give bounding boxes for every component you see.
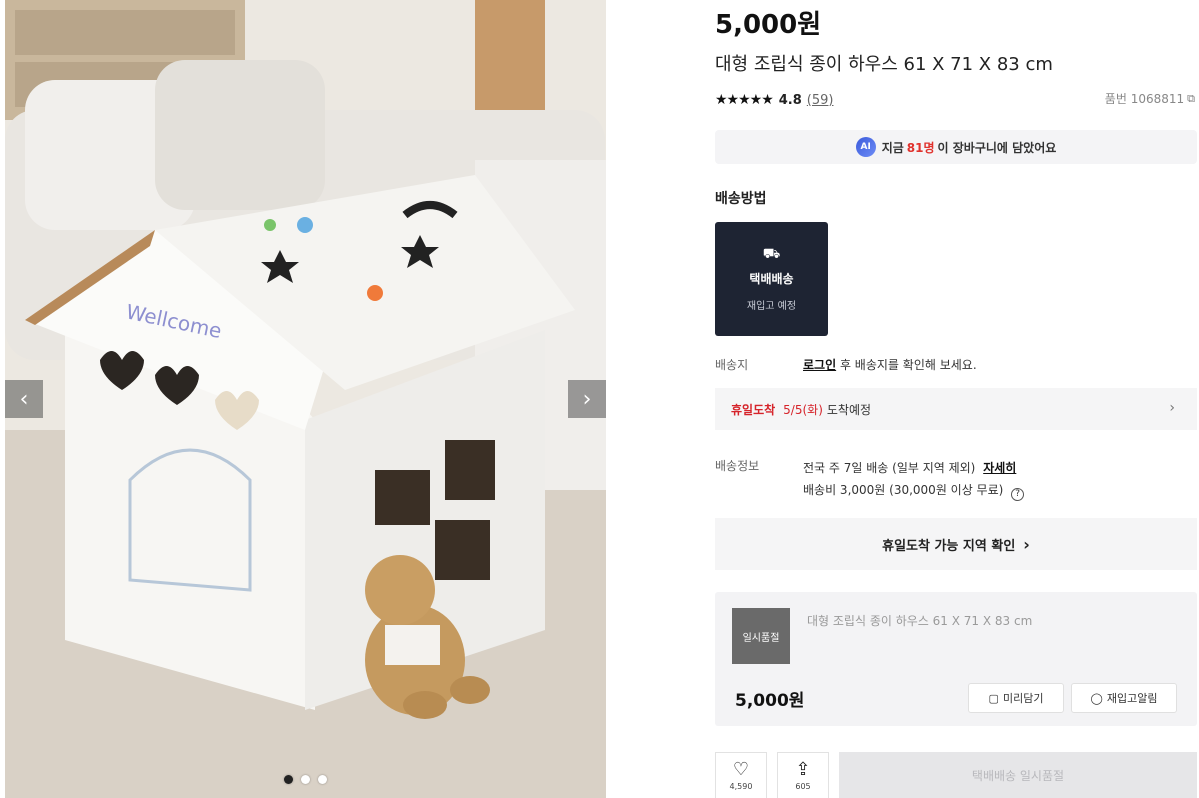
cart-banner-prefix: 지금: [881, 140, 904, 155]
gallery-pagination: [5, 775, 606, 784]
address-hint: 후 배송지를 확인해 보세요.: [839, 358, 977, 372]
pre-cart-label: 미리담기: [1002, 692, 1044, 705]
shipping-fee-text: 배송비 3,000원 (30,000원 이상 무료): [803, 483, 1004, 497]
address-label: 배송지: [715, 358, 749, 372]
sold-out-button: 택배배송 일시품절: [839, 752, 1197, 798]
holiday-delivery-date: 5/5(화): [783, 402, 823, 417]
share-button[interactable]: ⇪ 605: [777, 752, 829, 798]
gallery-next-button[interactable]: ›: [568, 380, 606, 418]
product-code-text: 품번 1068811: [1104, 92, 1185, 106]
product-page: Wellcome ‹ › 5,000원 대형 조립식 종이 하우스 61 X 7…: [0, 0, 1199, 798]
option-thumbnail: 일시품절: [732, 608, 790, 664]
shipping-detail-link[interactable]: 자세히: [983, 461, 1016, 475]
product-code[interactable]: 품번 1068811 ⧉: [1105, 90, 1195, 107]
holiday-delivery-suffix: 도착예정: [826, 402, 872, 417]
chevron-right-icon: ›: [582, 386, 592, 412]
like-button[interactable]: ♡ 4,590: [715, 752, 767, 798]
gallery-prev-button[interactable]: ‹: [5, 380, 43, 418]
shipping-info: 전국 주 7일 배송 (일부 지역 제외) 자세히 배송비 3,000원 (30…: [803, 457, 1025, 501]
bell-icon: ◯: [1090, 691, 1103, 705]
cart-banner-suffix: 이 장바구니에 담았어요: [937, 140, 1057, 155]
share-icon: ⇪: [795, 759, 811, 780]
shipping-info-line1: 전국 주 7일 배송 (일부 지역 제외): [803, 461, 976, 475]
product-price: 5,000원: [715, 10, 822, 40]
rating-value: 4.8: [778, 92, 802, 108]
shipping-info-label: 배송정보: [715, 459, 760, 473]
product-info-panel: 5,000원 대형 조립식 종이 하우스 61 X 71 X 83 cm ★★★…: [715, 0, 1199, 798]
holiday-delivery-label: 휴일도착: [731, 402, 776, 417]
delivery-option-title: 택배배송: [749, 272, 794, 286]
gallery-dot[interactable]: [318, 775, 327, 784]
product-photo: Wellcome: [5, 0, 606, 798]
heart-icon: ♡: [732, 759, 750, 780]
product-image-gallery[interactable]: Wellcome ‹ ›: [5, 0, 606, 798]
restock-alert-label: 재입고알림: [1106, 692, 1158, 705]
check-holiday-area-button[interactable]: 휴일도착 가능 지역 확인 ›: [715, 518, 1197, 570]
holiday-delivery-bar[interactable]: 휴일도착 5/5(화) 도착예정 ›: [715, 388, 1197, 430]
star-rating-icon: ★★★★★: [715, 92, 774, 108]
restock-alert-button[interactable]: ◯ 재입고알림: [1071, 683, 1177, 713]
parcel-delivery-option[interactable]: ⛟ 택배배송 재입고 예정: [715, 222, 828, 336]
sold-out-button-label: 택배배송 일시품절: [971, 768, 1065, 783]
like-count: 4,590: [729, 782, 753, 791]
help-icon[interactable]: ?: [1011, 488, 1025, 501]
pre-cart-button[interactable]: ▢ 미리담기: [968, 683, 1064, 713]
address-row: 로그인 후 배송지를 확인해 보세요.: [803, 356, 977, 373]
option-title: 대형 조립식 종이 하우스 61 X 71 X 83 cm: [807, 614, 1033, 628]
bag-icon: ▢: [988, 691, 999, 705]
share-count: 605: [795, 782, 811, 791]
cart-activity-banner: AI 지금 81명 이 장바구니에 담았어요: [715, 130, 1197, 164]
check-holiday-area-label: 휴일도착 가능 지역 확인: [882, 538, 1016, 554]
chevron-left-icon: ‹: [19, 386, 29, 412]
chevron-right-icon: ›: [1023, 534, 1030, 554]
option-price: 5,000원: [735, 691, 805, 711]
chevron-right-icon: ›: [1169, 400, 1175, 416]
product-title: 대형 조립식 종이 하우스 61 X 71 X 83 cm: [715, 54, 1053, 75]
ai-badge-icon: AI: [855, 137, 876, 157]
selected-option-box: 일시품절 대형 조립식 종이 하우스 61 X 71 X 83 cm 5,000…: [715, 592, 1197, 726]
shipping-method-heading: 배송방법: [715, 191, 767, 207]
truck-icon: ⛟: [762, 246, 781, 262]
sold-out-label: 일시품절: [742, 632, 780, 644]
delivery-option-status: 재입고 예정: [746, 301, 797, 312]
rating-row: ★★★★★ 4.8 (59) 품번 1068811 ⧉: [715, 90, 1195, 110]
review-count-link[interactable]: (59): [807, 93, 834, 108]
login-link[interactable]: 로그인: [803, 358, 836, 372]
copy-icon[interactable]: ⧉: [1187, 92, 1195, 106]
gallery-dot[interactable]: [301, 775, 310, 784]
gallery-dot[interactable]: [284, 775, 293, 784]
bottom-action-bar: ♡ 4,590 ⇪ 605 택배배송 일시품절: [715, 752, 1199, 798]
cart-count: 81명: [906, 140, 935, 155]
